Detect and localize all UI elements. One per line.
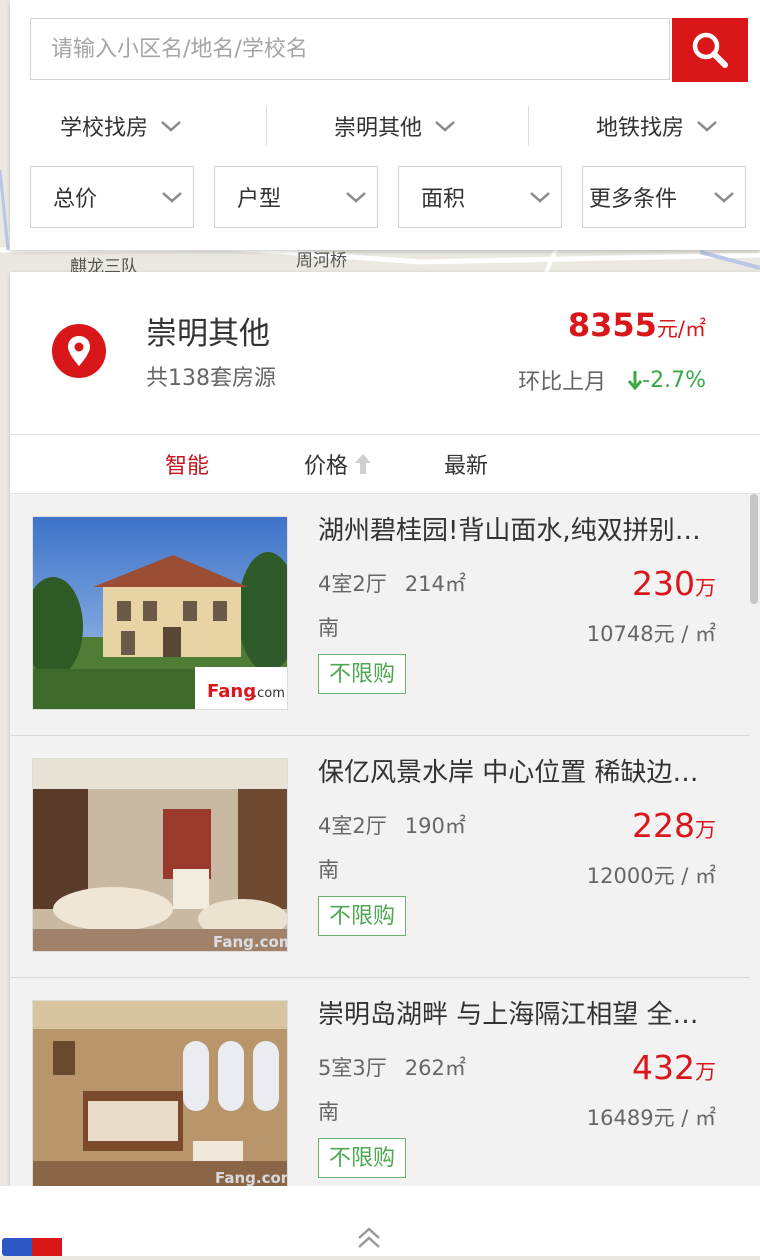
baidu-paw-icon	[2, 1238, 62, 1256]
listing-item[interactable]: Fang.com 崇明岛湖畔 与上海隔江相望 全装修别墅 5室3厅262㎡ 南 …	[10, 978, 750, 1186]
layout-select[interactable]: 户型	[214, 166, 378, 228]
search-icon	[692, 32, 728, 68]
school-filter-dropdown[interactable]: 学校找房	[60, 98, 182, 154]
condition-row: 总价 户型 面积 更多条件	[30, 166, 750, 230]
listing-title: 崇明岛湖畔 与上海隔江相望 全装修别墅	[318, 1000, 722, 1030]
divider	[528, 106, 529, 146]
listing-specs: 4室2厅 190㎡	[318, 810, 466, 840]
average-price: 8355元/㎡	[568, 306, 706, 344]
listing-specs: 4室2厅 214㎡	[318, 568, 466, 598]
listing-price-value: 228	[632, 806, 695, 845]
location-pin-icon	[52, 324, 106, 378]
dropdown-label: 崇明其他	[334, 116, 423, 141]
listing-area: 190㎡	[404, 814, 466, 838]
filter-panel: 学校找房 崇明其他 地铁找房 总价 户型	[10, 0, 760, 250]
chevron-down-icon	[160, 120, 182, 132]
sort-bar: 智能 价格 最新	[10, 435, 760, 494]
purchase-restriction-tag: 不限购	[318, 654, 407, 694]
month-change: 环比上月 -2.7%	[518, 364, 706, 396]
average-price-value: 8355	[567, 306, 657, 344]
quick-filter-row: 学校找房 崇明其他 地铁找房	[10, 98, 760, 154]
listing-price-value: 230	[632, 564, 695, 603]
listing-price: 230万	[632, 564, 716, 603]
month-change-pct: -2.7%	[642, 367, 706, 393]
listing-photo: Fang .com	[32, 516, 288, 710]
purchase-restriction-tag: 不限购	[318, 896, 407, 936]
listing-title: 保亿风景水岸 中心位置 稀缺边户 急售	[318, 758, 722, 788]
listing-item[interactable]: Fang .com 湖州碧桂园!背山面水,纯双拼别墅,配套齐全 4室2厅 214㎡…	[10, 494, 750, 736]
sort-price-tab[interactable]: 价格	[304, 435, 372, 493]
area-summary: 崇明其他 共138套房源 8355元/㎡ 环比上月 -2.7%	[10, 272, 760, 435]
divider	[266, 106, 267, 146]
sort-smart-tab[interactable]: 智能	[165, 435, 209, 493]
total-price-select[interactable]: 总价	[30, 166, 194, 228]
subway-filter-dropdown[interactable]: 地铁找房	[596, 98, 718, 154]
sort-latest-tab[interactable]: 最新	[444, 435, 488, 493]
select-label: 更多条件	[589, 187, 678, 212]
listing-orientation: 南	[318, 858, 339, 882]
chevron-down-icon	[162, 192, 182, 203]
listing-count: 共138套房源	[146, 366, 276, 391]
month-change-label: 环比上月	[518, 370, 607, 395]
listing-item[interactable]: Fang.com 保亿风景水岸 中心位置 稀缺边户 急售 4室2厅 190㎡ 南 …	[10, 736, 750, 978]
select-label: 总价	[53, 187, 98, 212]
select-label: 户型	[237, 187, 282, 212]
search-bar	[30, 18, 748, 82]
expand-up-button[interactable]	[356, 1226, 382, 1254]
results-panel: 崇明其他 共138套房源 8355元/㎡ 环比上月 -2.7% 智能 价格 最新	[10, 272, 760, 1186]
listing-area: 214㎡	[404, 572, 466, 596]
arrow-up-icon	[355, 454, 372, 474]
average-price-unit: 元/㎡	[656, 317, 706, 341]
chevron-down-icon	[346, 192, 366, 203]
listing-orientation: 南	[318, 616, 339, 640]
area-size-select[interactable]: 面积	[398, 166, 562, 228]
listing-price-unit: 万	[695, 818, 716, 842]
listing-photo: Fang.com	[32, 758, 288, 952]
month-change-value: -2.7%	[628, 368, 706, 393]
chevron-down-icon	[696, 120, 718, 132]
chevron-down-icon	[434, 120, 456, 132]
listing-title: 湖州碧桂园!背山面水,纯双拼别墅,配套齐全	[318, 516, 722, 546]
area-name: 崇明其他	[146, 316, 270, 352]
sort-price-label: 价格	[304, 454, 349, 479]
svg-text:Fang: Fang	[207, 681, 256, 702]
listing-unit-price: 16489元 / ㎡	[586, 1106, 716, 1130]
bottom-handle	[0, 1186, 760, 1256]
listing-price-unit: 万	[695, 1060, 716, 1084]
listing-unit-price: 12000元 / ㎡	[586, 864, 716, 888]
purchase-restriction-tag: 不限购	[318, 1138, 407, 1178]
district-filter-dropdown[interactable]: 崇明其他	[334, 98, 456, 154]
select-label: 面积	[421, 187, 466, 212]
listing-price: 432万	[632, 1048, 716, 1087]
chevron-down-icon	[714, 192, 734, 203]
listing-photo: Fang.com	[32, 1000, 288, 1186]
listing-rooms: 4室2厅	[318, 572, 387, 596]
listing-specs: 5室3厅 262㎡	[318, 1052, 466, 1082]
double-chevron-up-icon	[358, 1227, 380, 1248]
listing-rooms: 4室2厅	[318, 814, 387, 838]
chevron-down-icon	[530, 192, 550, 203]
svg-text:Fang.com: Fang.com	[213, 933, 288, 951]
scrollbar[interactable]	[750, 494, 758, 604]
search-button[interactable]	[672, 18, 748, 82]
listing-unit-price: 10748元 / ㎡	[586, 622, 716, 646]
dropdown-label: 学校找房	[60, 116, 149, 141]
listing-rooms: 5室3厅	[318, 1056, 387, 1080]
search-input[interactable]	[30, 18, 670, 80]
dropdown-label: 地铁找房	[596, 116, 685, 141]
arrow-down-icon	[628, 371, 643, 390]
svg-text:.com: .com	[253, 686, 285, 701]
listing-orientation: 南	[318, 1100, 339, 1124]
listing-area: 262㎡	[404, 1056, 466, 1080]
listing-price-unit: 万	[695, 576, 716, 600]
listing-price-value: 432	[632, 1048, 695, 1087]
map-logo	[2, 1238, 62, 1260]
listing-price: 228万	[632, 806, 716, 845]
more-conditions-select[interactable]: 更多条件	[582, 166, 746, 228]
svg-text:Fang.com: Fang.com	[215, 1169, 288, 1186]
